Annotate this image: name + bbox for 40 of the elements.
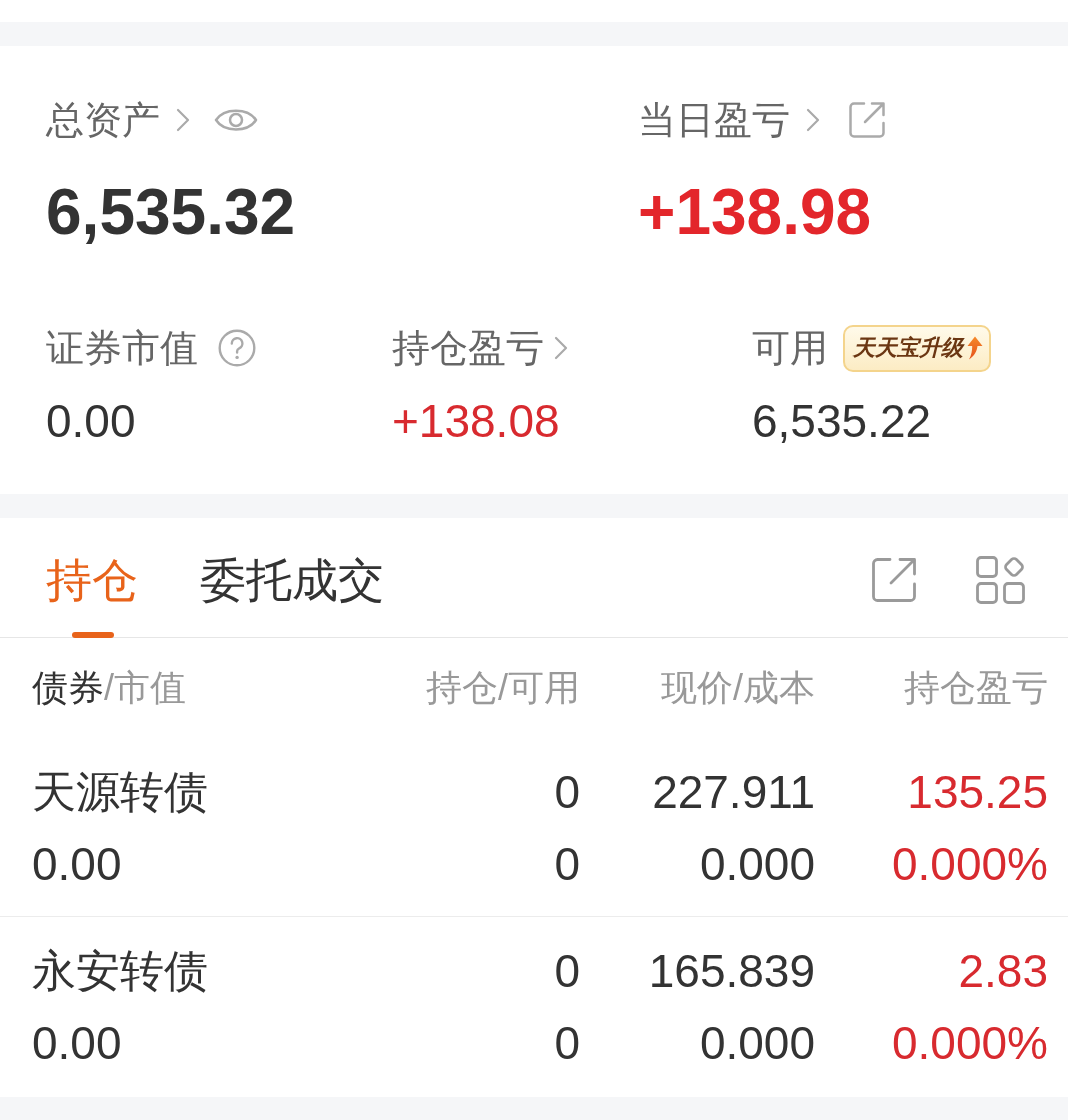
chevron-right-icon: [554, 336, 568, 360]
metric-value: 0.00: [46, 394, 137, 449]
upgrade-badge[interactable]: 天天宝升级: [843, 324, 991, 372]
share-icon[interactable]: [870, 556, 918, 604]
column-header: 债券/市值: [32, 665, 187, 710]
metric-value: 6,535.32: [46, 175, 297, 250]
metric-value: +138.08: [392, 394, 561, 449]
grid-icon[interactable]: [976, 556, 1026, 604]
pnl-percent: 0.000%: [891, 1016, 1048, 1071]
cost-price: 0.000: [698, 837, 815, 892]
chevron-right-icon: [806, 108, 820, 132]
tab[interactable]: 委托成交: [200, 552, 384, 638]
current-price: 165.839: [647, 944, 815, 999]
metric-label: 可用: [752, 326, 828, 371]
metric-label: 总资产: [46, 98, 160, 143]
holding-quantity: 0: [553, 765, 580, 820]
position-pnl: 135.25: [906, 765, 1048, 820]
market-value: 0.00: [32, 1016, 123, 1071]
bond-name: 天源转债: [32, 766, 209, 818]
metric-label: 证券市值: [46, 326, 198, 371]
holding-quantity: 0: [553, 944, 580, 999]
cost-price: 0.000: [698, 1016, 815, 1071]
column-header: 持仓盈亏: [903, 665, 1048, 710]
arrow-up-icon: [965, 336, 983, 360]
chevron-right-icon: [176, 108, 190, 132]
metric-label: 当日盈亏: [638, 98, 790, 143]
metric-label: 持仓盈亏: [392, 326, 544, 371]
position-pnl: 2.83: [957, 944, 1048, 999]
column-header: 现价/成本: [660, 665, 815, 710]
metric-value: 6,535.22: [752, 394, 933, 449]
available-quantity: 0: [553, 1016, 580, 1071]
available-quantity: 0: [553, 837, 580, 892]
bond-name: 永安转债: [32, 945, 209, 997]
share-icon[interactable]: [848, 101, 886, 139]
current-price: 227.911: [651, 765, 815, 820]
help-icon[interactable]: [218, 329, 256, 367]
pnl-percent: 0.000%: [891, 837, 1048, 892]
market-value: 0.00: [32, 837, 123, 892]
column-header: 持仓/可用: [425, 665, 580, 710]
metric-value: +138.98: [638, 175, 873, 250]
